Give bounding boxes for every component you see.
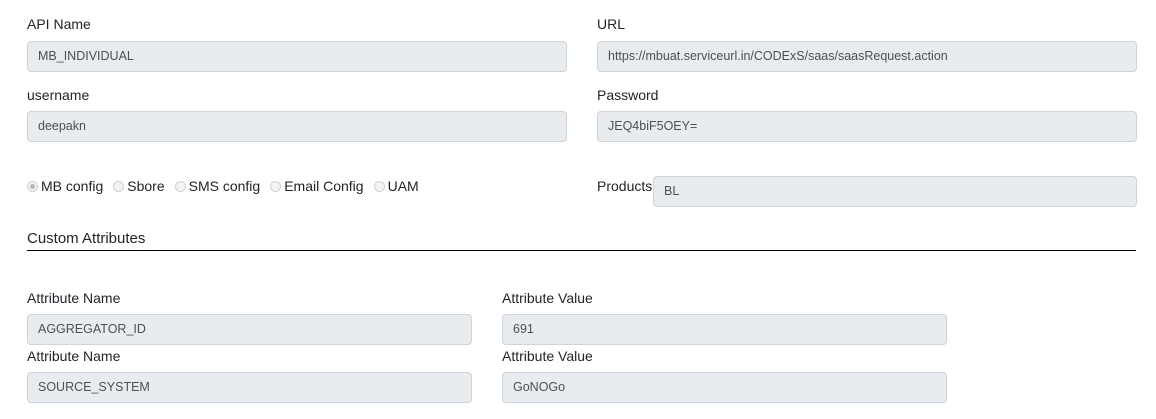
radio-email-config[interactable]: Email Config — [270, 178, 364, 194]
radio-sbore[interactable]: Sbore — [113, 178, 165, 194]
radio-circle-icon[interactable] — [270, 180, 282, 192]
radio-mb-config[interactable]: MB config — [27, 178, 103, 194]
radio-circle-icon[interactable] — [373, 180, 385, 192]
url-label: URL — [597, 16, 626, 32]
radio-label: MB config — [41, 178, 104, 194]
attribute-value-label: Attribute Value — [502, 290, 593, 306]
attribute-value-input[interactable]: 691 — [502, 314, 947, 345]
section-divider — [27, 250, 1136, 251]
attribute-name-input[interactable]: AGGREGATOR_ID — [27, 314, 472, 345]
radio-label: UAM — [387, 178, 419, 194]
radio-label: Email Config — [284, 178, 364, 194]
products-input[interactable]: BL — [653, 176, 1137, 207]
password-input[interactable]: JEQ4biF5OEY= — [597, 111, 1137, 142]
radio-circle-icon[interactable] — [174, 180, 186, 192]
attribute-value-label: Attribute Value — [502, 348, 593, 364]
products-label: Products — [597, 178, 653, 194]
api-name-input[interactable]: MB_INDIVIDUAL — [27, 41, 567, 72]
username-label: username — [27, 87, 90, 103]
attribute-name-input[interactable]: SOURCE_SYSTEM — [27, 372, 472, 403]
radio-label: Sbore — [127, 178, 165, 194]
url-input[interactable]: https://mbuat.serviceurl.in/CODExS/saas/… — [597, 41, 1137, 72]
radio-sms-config[interactable]: SMS config — [174, 178, 261, 194]
api-name-label: API Name — [27, 16, 91, 32]
attribute-value-input[interactable]: GoNOGo — [502, 372, 947, 403]
radio-circle-icon[interactable] — [27, 180, 38, 192]
attribute-name-label: Attribute Name — [27, 290, 121, 306]
config-radio-group: MB config Sbore SMS config Email Config … — [27, 178, 423, 194]
password-label: Password — [597, 87, 659, 103]
radio-circle-icon[interactable] — [113, 180, 125, 192]
radio-label: SMS config — [188, 178, 261, 194]
custom-attributes-title: Custom Attributes — [27, 230, 146, 247]
username-input[interactable]: deepakn — [27, 111, 567, 142]
radio-uam[interactable]: UAM — [373, 178, 419, 194]
attribute-name-label: Attribute Name — [27, 348, 121, 364]
